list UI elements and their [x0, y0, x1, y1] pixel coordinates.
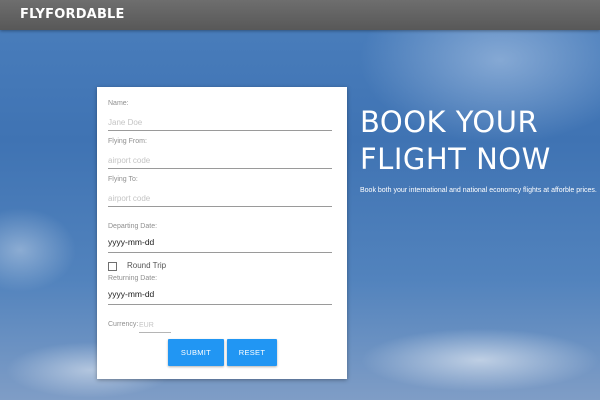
departing-date-label: Departing Date:	[108, 223, 158, 230]
hero-title: BOOK YOUR FLIGHT NOW	[360, 104, 590, 178]
flying-from-label: Flying From:	[108, 138, 147, 145]
hero-title-line-1: BOOK YOUR	[360, 105, 539, 139]
hero-subtitle: Book both your international and nationa…	[360, 187, 597, 194]
name-input[interactable]	[108, 114, 332, 131]
returning-date-label: Returning Date:	[108, 275, 158, 282]
flying-to-label: Flying To:	[108, 176, 138, 183]
currency-label: Currency:	[108, 321, 139, 328]
currency-input[interactable]	[139, 318, 171, 333]
brand-logo[interactable]: FLYFORDABLE	[20, 7, 125, 22]
top-bar: FLYFORDABLE	[0, 0, 600, 30]
hero-title-line-2: FLIGHT NOW	[360, 142, 551, 176]
returning-date-input[interactable]: yyyy-mm-dd	[108, 286, 332, 305]
round-trip-checkbox[interactable]	[108, 262, 117, 271]
currency-field-group: Currency:	[108, 318, 178, 334]
flying-from-input[interactable]	[108, 152, 332, 169]
flying-to-input[interactable]	[108, 190, 332, 207]
submit-button[interactable]: SUBMIT	[168, 339, 224, 366]
reset-button[interactable]: RESET	[227, 339, 277, 366]
departing-date-input[interactable]: yyyy-mm-dd	[108, 234, 332, 253]
page: FLYFORDABLE Name: Flying From: Flying To…	[0, 0, 600, 400]
booking-form: Name: Flying From: Flying To: Departing …	[97, 87, 347, 379]
name-label: Name:	[108, 100, 129, 107]
round-trip-label: Round Trip	[127, 261, 167, 270]
